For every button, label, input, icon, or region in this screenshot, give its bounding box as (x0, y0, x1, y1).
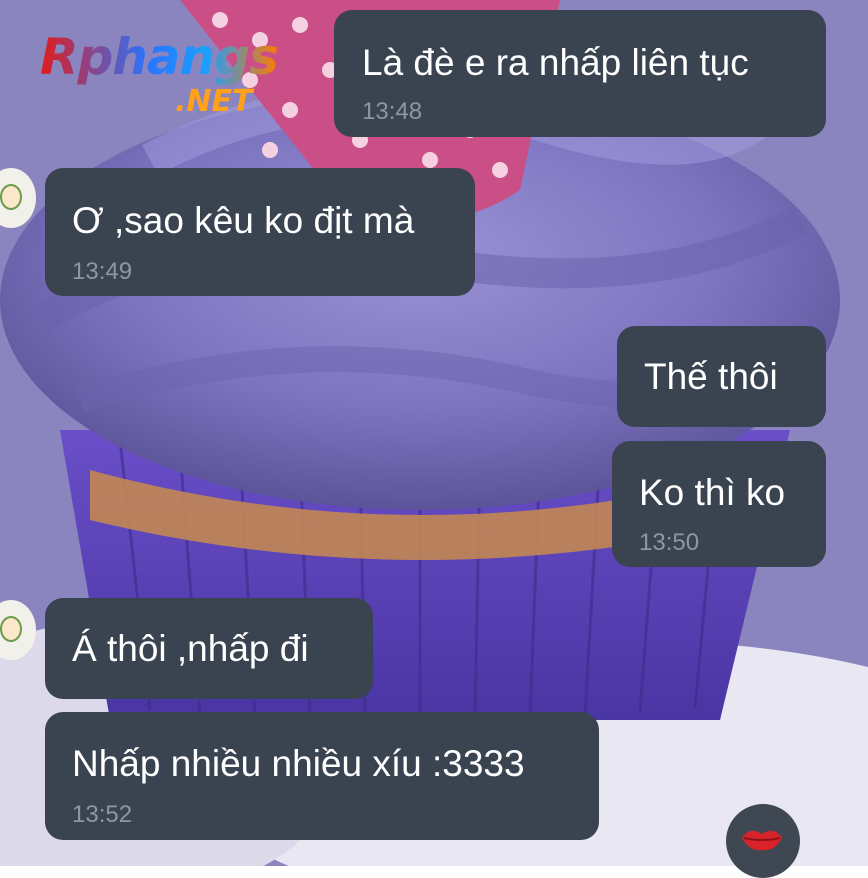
message-text: Ko thì ko (639, 472, 786, 513)
message-bubble-incoming[interactable]: Nhấp nhiều nhiều xíu :3333 13:52 (45, 712, 599, 840)
message-timestamp: 13:50 (639, 529, 700, 556)
watermark-domain: .NET (175, 84, 253, 119)
message-bubble-incoming[interactable]: Á thôi ,nhấp đi (45, 598, 373, 699)
message-bubble-outgoing[interactable]: Thế thôi (617, 326, 826, 427)
avatar-face-icon (0, 184, 22, 210)
message-bubble-incoming[interactable]: Ơ ,sao kêu ko địt mà 13:49 (45, 168, 475, 296)
message-text: Là đè e ra nhấp liên tục (362, 42, 749, 83)
message-bubble-outgoing[interactable]: Ko thì ko 13:50 (612, 441, 826, 567)
message-text: Nhấp nhiều nhiều xíu :3333 (72, 743, 525, 784)
message-timestamp: 13:48 (362, 98, 423, 125)
message-text: Á thôi ,nhấp đi (72, 628, 309, 669)
message-text: Ơ ,sao kêu ko địt mà (72, 200, 415, 241)
message-timestamp: 13:52 (72, 801, 133, 828)
message-text: Thế thôi (644, 356, 778, 397)
avatar-face-icon (0, 616, 22, 642)
kiss-lips-icon (742, 830, 782, 851)
message-bubble-outgoing[interactable]: Là đè e ra nhấp liên tục 13:48 (334, 10, 826, 137)
message-timestamp: 13:49 (72, 258, 133, 285)
watermark-brand: Rphangs (40, 28, 279, 86)
watermark-logo: Rphangs .NET (40, 28, 310, 128)
